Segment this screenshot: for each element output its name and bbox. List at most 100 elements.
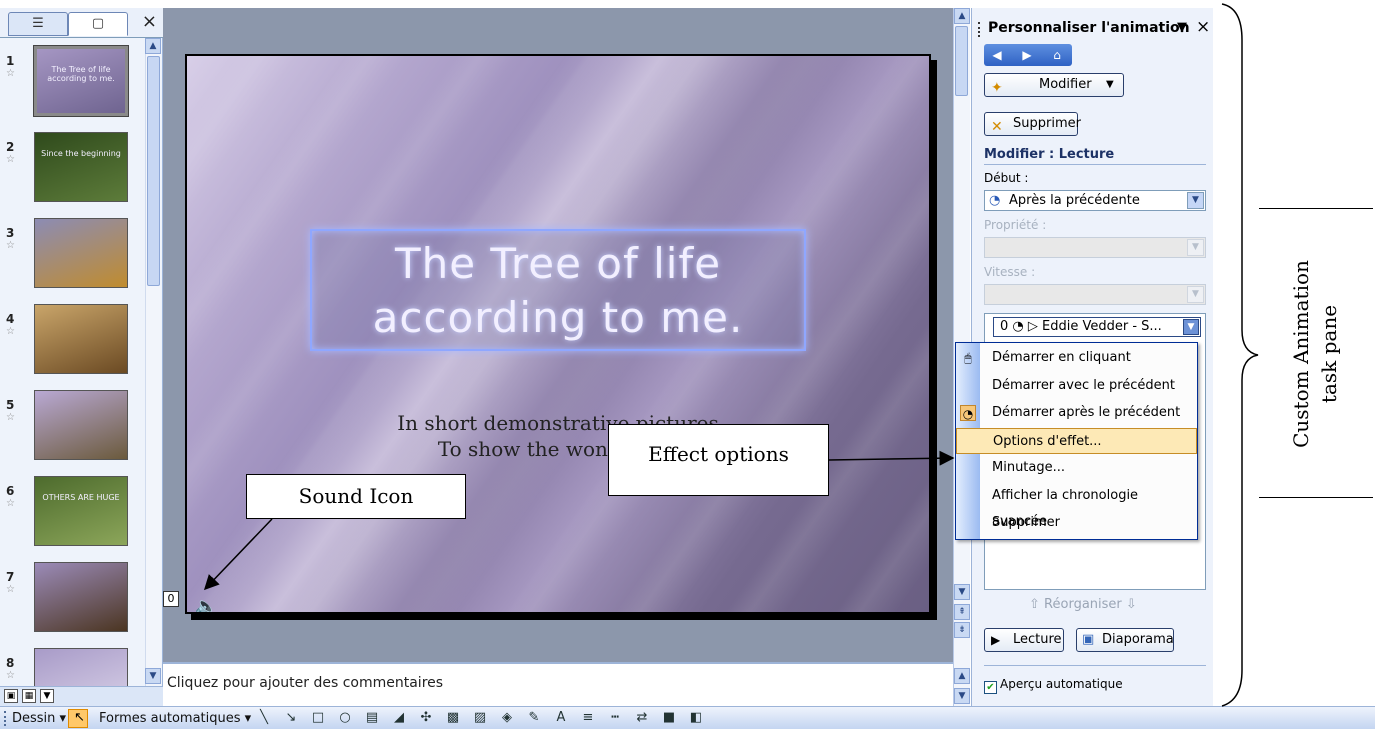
- slide-number: 2: [6, 140, 15, 154]
- move-down-icon[interactable]: ⇩: [1126, 597, 1137, 612]
- slide-thumbnail-image[interactable]: [34, 304, 128, 374]
- slide-thumbnail[interactable]: 6 ☆ OTHERS ARE HUGE: [0, 476, 145, 556]
- select-objects-icon[interactable]: ↖: [68, 709, 88, 728]
- slide-title: The Tree of life according to me.: [312, 237, 804, 345]
- remove-effect-button[interactable]: ✕ Supprimer: [984, 112, 1081, 136]
- slides-tab-icon: ▢: [91, 16, 105, 31]
- context-menu-item[interactable]: ◔ Démarrer après le précédent: [956, 400, 1197, 426]
- chevron-down-icon[interactable]: ▼: [1187, 192, 1204, 209]
- thumbnail-list: 1 ☆ The Tree of life according to me. 2 ☆ Sin…: [0, 38, 145, 686]
- checkmark-icon: ✔: [984, 681, 997, 694]
- scroll-up-icon[interactable]: ▲: [954, 668, 970, 684]
- chevron-down-icon[interactable]: ▼: [1183, 319, 1199, 335]
- scroll-down-icon[interactable]: ▼: [954, 584, 970, 600]
- line-color-icon[interactable]: ✎: [525, 710, 543, 726]
- oval-tool-icon[interactable]: ○: [336, 710, 354, 726]
- animation-list-item[interactable]: 0 ◔ ▷ Eddie Vedder - S... ▼: [993, 317, 1201, 337]
- arrow-style-icon[interactable]: ⇄: [633, 710, 651, 726]
- thumbnail-scrollbar[interactable]: ▲ ▼: [145, 38, 161, 686]
- normal-view-icon[interactable]: ▣: [4, 689, 18, 703]
- scroll-down-icon[interactable]: ▼: [145, 668, 161, 684]
- slideshow-button[interactable]: ▣ Diaporama: [1076, 628, 1174, 652]
- scroll-thumb[interactable]: [955, 26, 968, 96]
- context-menu-item[interactable]: Démarrer avec le précédent: [956, 373, 1197, 399]
- close-icon[interactable]: ×: [1196, 17, 1210, 37]
- notes-scrollbar[interactable]: ▲ ▼: [953, 662, 970, 706]
- 3d-icon[interactable]: ◧: [687, 710, 705, 726]
- scroll-thumb[interactable]: [147, 56, 160, 286]
- dash-style-icon[interactable]: ┅: [606, 710, 624, 726]
- slide-thumbnail[interactable]: 1 ☆ The Tree of life according to me.: [0, 45, 145, 126]
- next-slide-icon[interactable]: ⇟: [954, 622, 970, 638]
- pane-navigation: ◀ ▶ ⌂: [984, 44, 1072, 66]
- slide-thumbnail[interactable]: 8 ☆: [0, 648, 145, 686]
- shadow-icon[interactable]: ■: [660, 710, 678, 726]
- notes-pane[interactable]: Cliquez pour ajouter des commentaires: [163, 662, 953, 706]
- outline-tab[interactable]: ☰: [8, 12, 68, 36]
- notes-placeholder[interactable]: Cliquez pour ajouter des commentaires: [167, 675, 443, 691]
- animation-star-icon: ☆: [6, 670, 15, 681]
- rectangle-tool-icon[interactable]: □: [309, 710, 327, 726]
- context-menu-item[interactable]: 🖱 Démarrer en cliquant: [956, 345, 1197, 371]
- slide-thumbnail-image[interactable]: [34, 648, 128, 686]
- sorter-view-icon[interactable]: ▦: [22, 689, 36, 703]
- back-icon[interactable]: ◀: [988, 47, 1006, 63]
- menu-item-label: Supprimer: [992, 515, 1060, 530]
- speaker-icon[interactable]: 🔈: [195, 596, 217, 612]
- slide-thumbnail[interactable]: 3 ☆: [0, 218, 145, 298]
- slide-thumbnail-image[interactable]: [34, 562, 128, 632]
- forward-icon[interactable]: ▶: [1018, 47, 1036, 63]
- slide-thumbnail-image[interactable]: The Tree of life according to me.: [33, 45, 129, 117]
- clipart-tool-icon[interactable]: ▩: [444, 710, 462, 726]
- autopreview-checkbox[interactable]: ✔ Aperçu automatique: [984, 677, 1123, 694]
- context-menu-item[interactable]: Options d'effet...: [956, 427, 1197, 454]
- autopreview-label: Aperçu automatique: [1000, 677, 1123, 691]
- pane-grip[interactable]: [978, 22, 980, 37]
- fill-color-icon[interactable]: ◈: [498, 710, 516, 726]
- slide-number: 7: [6, 570, 15, 584]
- picture-tool-icon[interactable]: ▨: [471, 710, 489, 726]
- textbox-tool-icon[interactable]: ▤: [363, 710, 381, 726]
- slide-thumbnail-image[interactable]: OTHERS ARE HUGE: [34, 476, 128, 546]
- line-style-icon[interactable]: ≡: [579, 710, 597, 726]
- font-color-icon[interactable]: A: [552, 710, 570, 726]
- slideshow-view-icon[interactable]: ▼: [40, 689, 54, 703]
- play-button[interactable]: ▶ Lecture: [984, 628, 1064, 652]
- side-label-line: task pane: [1317, 304, 1341, 404]
- slide-number: 4: [6, 312, 15, 326]
- slide-thumbnail-image[interactable]: [34, 390, 128, 460]
- context-menu-item[interactable]: Afficher la chronologie avancée: [956, 483, 1197, 529]
- editor-scrollbar[interactable]: ▲ ▼ ⇞ ⇟: [953, 8, 970, 662]
- scroll-up-icon[interactable]: ▲: [954, 8, 970, 24]
- autoshapes-menu[interactable]: Formes automatiques ▾: [99, 711, 251, 726]
- slide-thumbnail[interactable]: 4 ☆: [0, 304, 145, 384]
- animation-star-icon: ☆: [6, 498, 15, 509]
- move-up-icon[interactable]: ⇧: [1029, 597, 1040, 612]
- previous-slide-icon[interactable]: ⇞: [954, 604, 970, 620]
- slide-thumbnail[interactable]: 7 ☆: [0, 562, 145, 642]
- context-menu-item[interactable]: Minutage...: [956, 455, 1197, 481]
- pane-menu-icon[interactable]: ▼: [1177, 20, 1187, 35]
- toolbar-grip[interactable]: [4, 711, 7, 726]
- slide-thumbnail[interactable]: 2 ☆ Since the beginning: [0, 132, 145, 212]
- close-icon[interactable]: ×: [142, 12, 157, 32]
- slides-tab[interactable]: ▢: [68, 12, 128, 36]
- start-select[interactable]: ◔ Après la précédente ▼: [984, 190, 1206, 211]
- title-placeholder[interactable]: The Tree of life according to me.: [310, 229, 806, 351]
- context-menu-item[interactable]: Supprimer: [956, 510, 1197, 536]
- scroll-up-icon[interactable]: ▲: [145, 38, 161, 54]
- scroll-down-icon[interactable]: ▼: [954, 688, 970, 704]
- play-label: Lecture: [1013, 632, 1062, 647]
- line-tool-icon[interactable]: ╲: [255, 710, 273, 726]
- slide-thumbnail-image[interactable]: [34, 218, 128, 288]
- diagram-tool-icon[interactable]: ✣: [417, 710, 435, 726]
- draw-menu[interactable]: Dessin ▾: [12, 711, 66, 726]
- slide-thumbnail[interactable]: 5 ☆: [0, 390, 145, 470]
- slide-canvas[interactable]: The Tree of life according to me. In sho…: [185, 54, 931, 614]
- arrow-tool-icon[interactable]: ↘: [282, 710, 300, 726]
- modify-effect-button[interactable]: ✦ Modifier ▼: [984, 73, 1124, 97]
- home-icon[interactable]: ⌂: [1048, 47, 1066, 63]
- play-icon: ▶: [991, 633, 1001, 647]
- slide-thumbnail-image[interactable]: Since the beginning: [34, 132, 128, 202]
- wordart-tool-icon[interactable]: ◢: [390, 710, 408, 726]
